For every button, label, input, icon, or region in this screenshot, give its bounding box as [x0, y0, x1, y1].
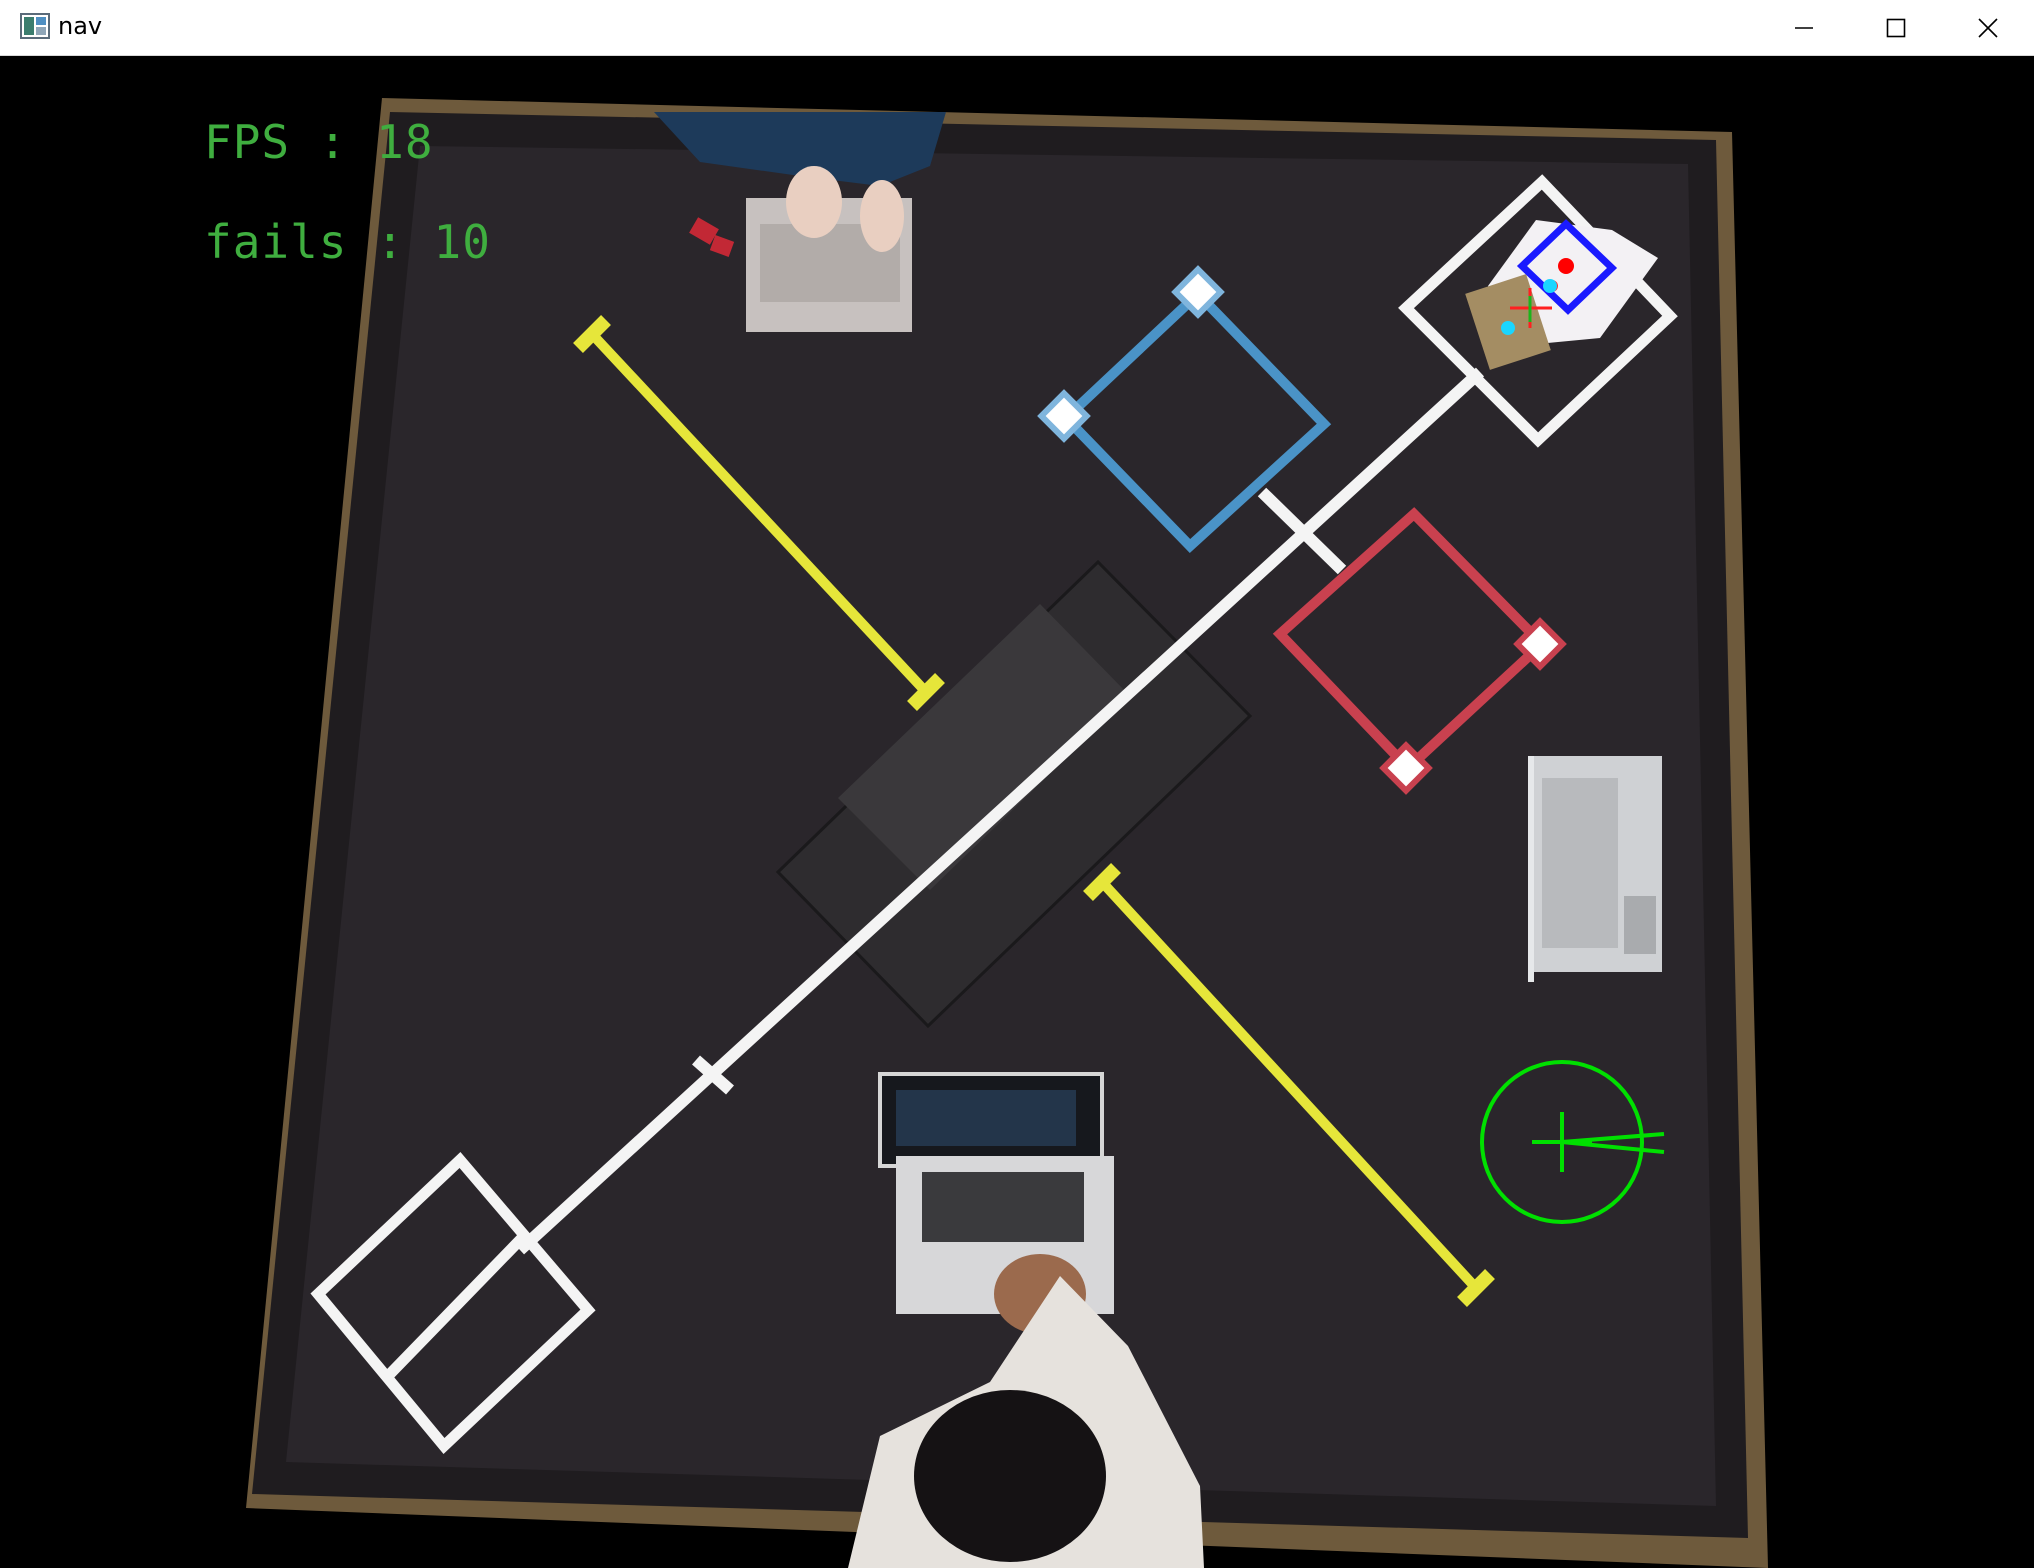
window-titlebar[interactable]: nav	[0, 0, 2034, 56]
fails-readout: fails : 10	[204, 215, 491, 269]
laptop-right	[1528, 756, 1662, 982]
close-icon	[1978, 18, 1998, 38]
minimize-button[interactable]	[1758, 0, 1850, 56]
camera-view: FPS : 18 fails : 10	[0, 56, 2034, 1568]
fps-readout: FPS : 18	[204, 115, 434, 169]
window-title: nav	[58, 12, 103, 40]
app-window-icon	[20, 13, 50, 39]
close-button[interactable]	[1942, 0, 2034, 56]
maximize-icon	[1886, 18, 1906, 38]
arena-canvas	[246, 98, 1768, 1568]
maximize-button[interactable]	[1850, 0, 1942, 56]
minimize-icon	[1795, 27, 1813, 29]
